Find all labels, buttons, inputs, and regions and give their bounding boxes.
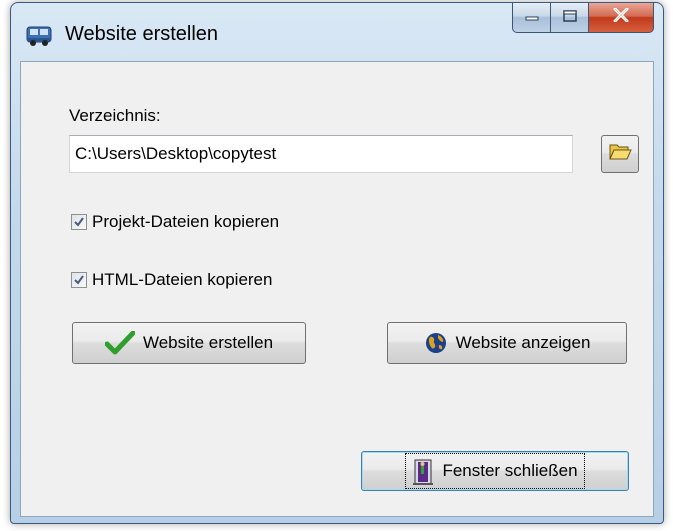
create-website-button[interactable]: Website erstellen (72, 322, 306, 364)
html-files-option[interactable]: HTML-Dateien kopieren (71, 270, 272, 290)
close-window-button[interactable]: Fenster schließen (361, 451, 629, 491)
website-erstellen-window: Website erstellen Verzeichnis: C:\Users\… (10, 2, 664, 524)
maximize-icon (562, 9, 577, 27)
show-website-label: Website anzeigen (455, 333, 591, 352)
window-title: Website erstellen (65, 23, 219, 45)
folder-open-icon (608, 142, 632, 167)
project-files-label: Projekt-Dateien kopieren (92, 212, 280, 231)
close-window-label: Fenster schließen (442, 461, 578, 480)
bus-icon (25, 25, 53, 47)
exit-door-icon (412, 456, 434, 486)
dialog-content: Verzeichnis: C:\Users\Desktop\copytest P… (20, 61, 654, 517)
directory-input[interactable]: C:\Users\Desktop\copytest (69, 135, 573, 173)
html-files-checkbox[interactable] (71, 272, 87, 288)
html-files-label: HTML-Dateien kopieren (92, 270, 273, 289)
maximize-button[interactable] (550, 3, 588, 33)
checkmark-icon (104, 331, 135, 355)
show-website-button[interactable]: Website anzeigen (387, 322, 627, 364)
directory-label: Verzeichnis: (69, 106, 161, 125)
close-icon (613, 7, 629, 27)
project-files-option[interactable]: Projekt-Dateien kopieren (71, 212, 279, 232)
create-website-label: Website erstellen (142, 333, 274, 352)
globe-icon (424, 331, 448, 355)
title-bar[interactable]: Website erstellen (11, 3, 663, 61)
minimize-button[interactable] (512, 3, 550, 33)
caption-buttons (512, 3, 654, 33)
focus-ring: Fenster schließen (405, 453, 585, 489)
project-files-checkbox[interactable] (71, 214, 87, 230)
minimize-icon (525, 9, 539, 27)
close-button[interactable] (588, 3, 654, 33)
browse-folder-button[interactable] (601, 135, 639, 173)
